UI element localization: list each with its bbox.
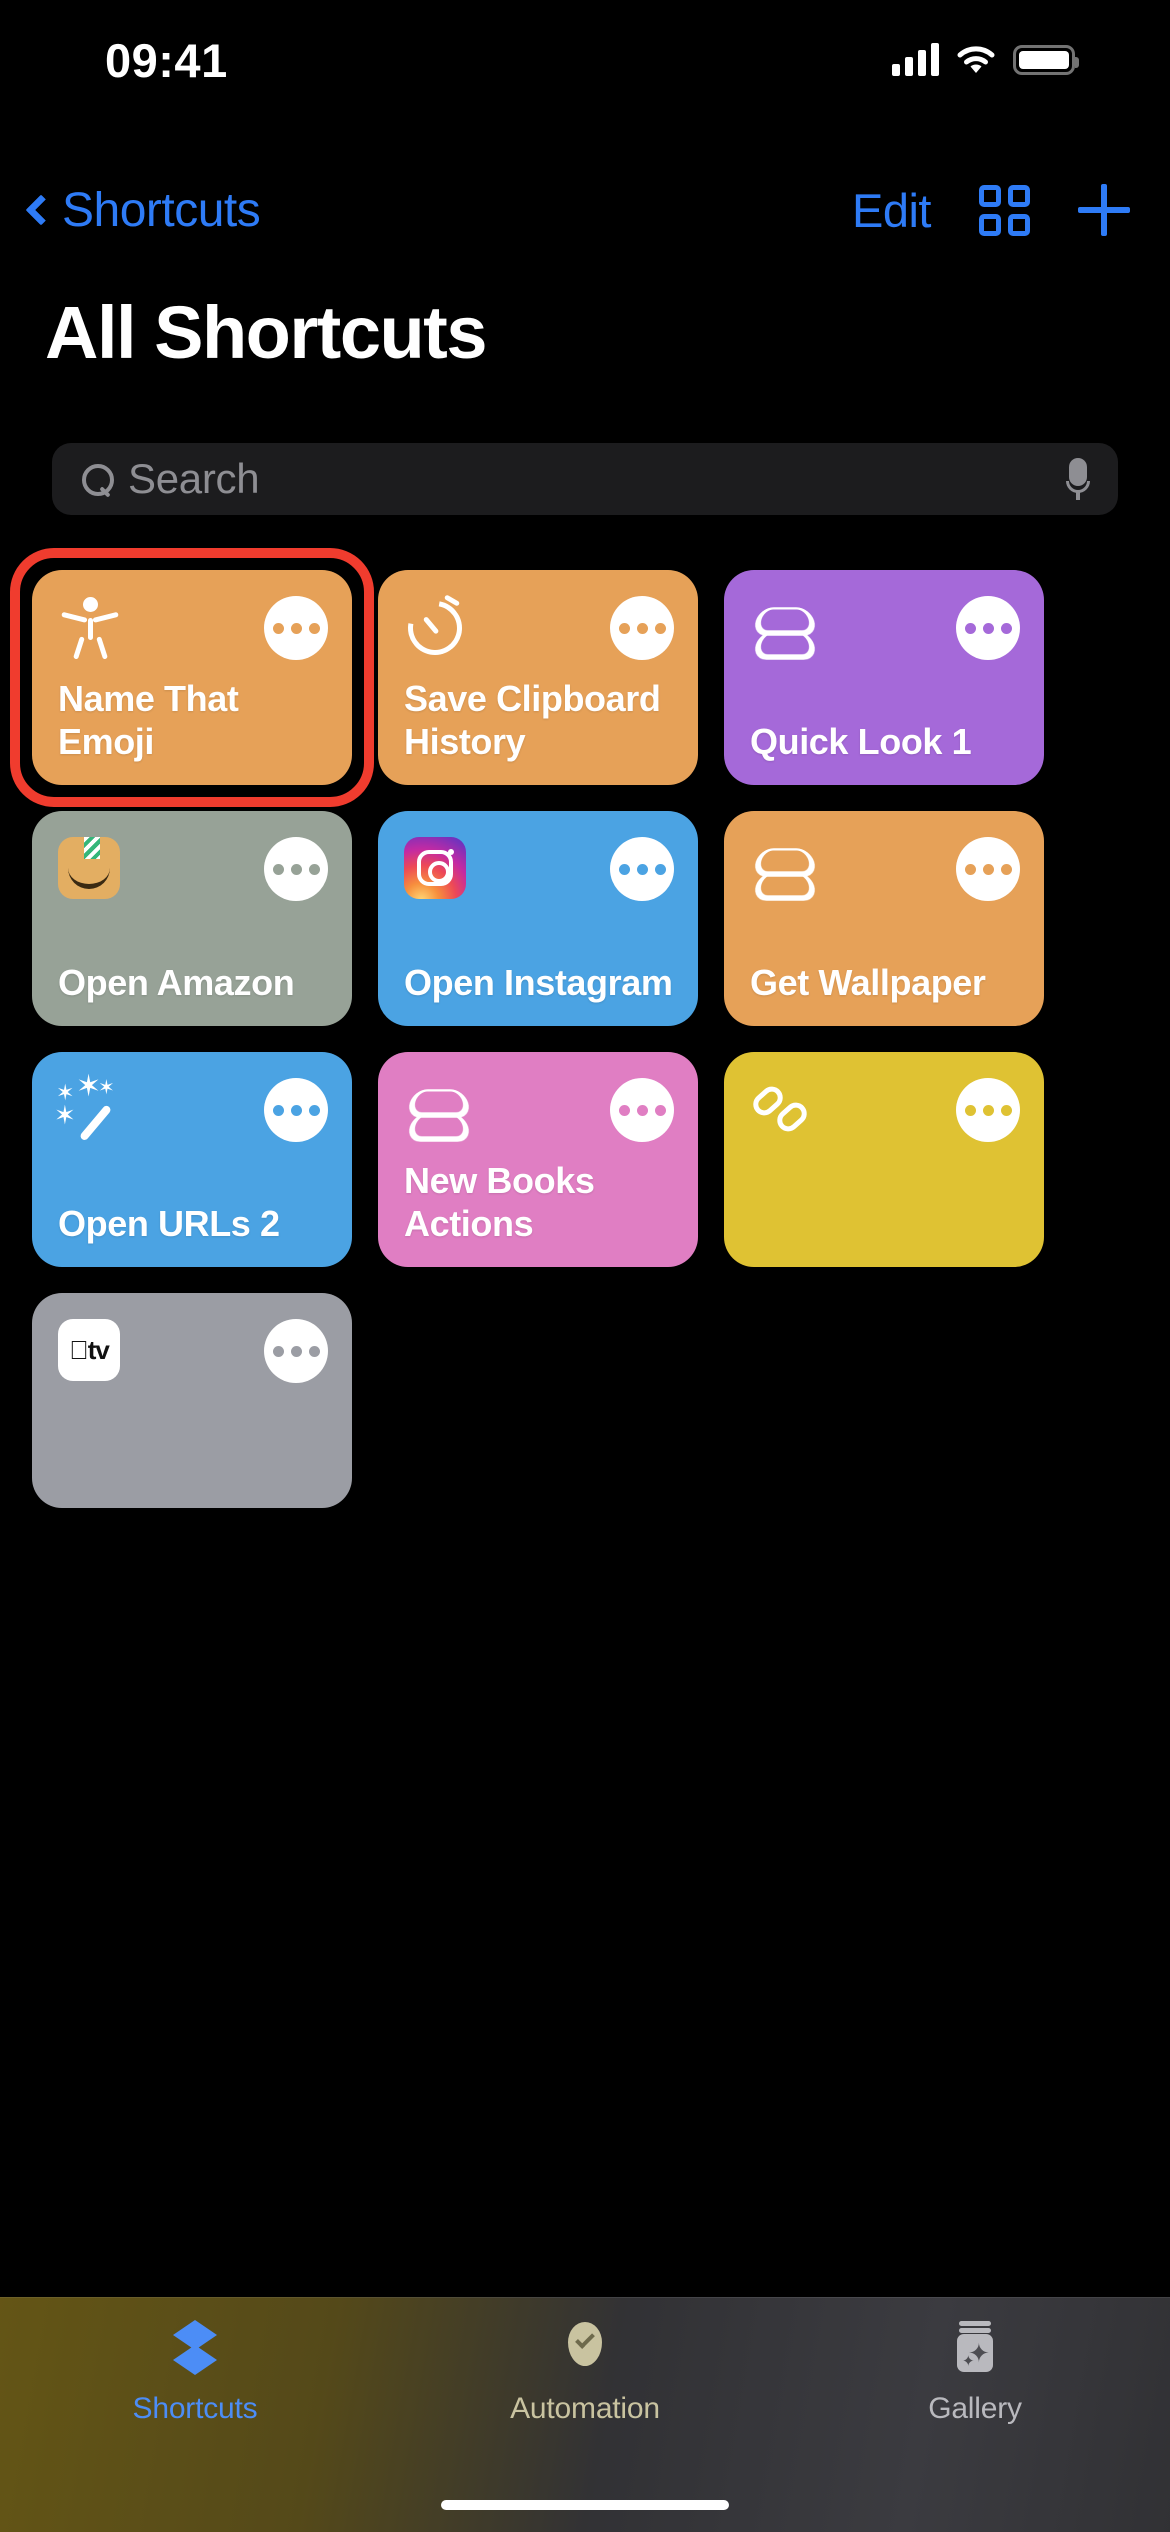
layers-icon	[750, 596, 814, 660]
shortcut-card-header	[404, 1078, 674, 1142]
shortcut-card[interactable]: Quick Look 1	[724, 570, 1044, 785]
shortcuts-layers-icon	[164, 2320, 226, 2382]
shortcut-card-title: Name That Emoji	[58, 678, 239, 762]
search-input[interactable]: Search	[128, 455, 260, 503]
navigation-bar: Shortcuts Edit	[0, 160, 1170, 260]
person-icon	[58, 596, 122, 660]
tab-gallery[interactable]: ✦ ✦ Gallery	[780, 2320, 1170, 2426]
shortcut-more-button[interactable]	[610, 837, 674, 901]
search-bar[interactable]: Search	[52, 443, 1118, 515]
shortcut-card[interactable]: tv	[32, 1293, 352, 1508]
tab-automation[interactable]: Automation	[390, 2320, 780, 2426]
plus-icon[interactable]	[1078, 184, 1130, 236]
shortcut-card[interactable]: Save Clipboard History	[378, 570, 698, 785]
tab-shortcuts-label: Shortcuts	[132, 2392, 258, 2425]
layers-icon	[404, 1078, 468, 1142]
shortcut-more-button[interactable]	[264, 596, 328, 660]
search-icon	[82, 464, 114, 496]
shortcut-card[interactable]: Get Wallpaper	[724, 811, 1044, 1026]
instagram-app-icon	[404, 837, 466, 899]
page-title: All Shortcuts	[45, 291, 487, 374]
signal-bars-icon	[892, 43, 939, 76]
status-bar-indicators	[892, 43, 1079, 76]
wifi-icon	[957, 46, 995, 73]
shortcut-card[interactable]: ✶ ✶ ✶ ✶ Open URLs 2	[32, 1052, 352, 1267]
shortcut-card-title: Quick Look 1	[750, 720, 972, 762]
shortcuts-grid: Name That Emoji Save Clipboard History Qui…	[32, 570, 1138, 1508]
shortcut-more-button[interactable]	[264, 837, 328, 901]
shortcut-card[interactable]: Name That Emoji	[32, 570, 352, 785]
shortcut-more-button[interactable]	[956, 1078, 1020, 1142]
shortcut-more-button[interactable]	[264, 1319, 328, 1383]
battery-icon	[1013, 45, 1079, 75]
shortcut-card-header	[750, 596, 1020, 660]
shortcut-card[interactable]: Open Instagram	[378, 811, 698, 1026]
shortcut-card-header: ✶ ✶ ✶ ✶	[54, 1072, 328, 1142]
shortcut-card-header	[58, 837, 328, 901]
status-bar-time: 09:41	[105, 33, 228, 87]
shortcut-card-title: Get Wallpaper	[750, 961, 986, 1003]
back-button[interactable]: Shortcuts	[22, 183, 261, 238]
iphone-screen: 09:41 Shortcuts Edit All Shortcuts Searc…	[0, 0, 1170, 2532]
shortcut-card-header: tv	[58, 1319, 328, 1383]
magic-wand-icon: ✶ ✶ ✶ ✶	[54, 1072, 122, 1142]
shortcut-card-title: Open URLs 2	[58, 1202, 280, 1244]
apple-tv-app-icon: tv	[58, 1319, 120, 1381]
status-bar: 09:41	[0, 0, 1170, 120]
shortcut-more-button[interactable]	[264, 1078, 328, 1142]
tab-bar: Shortcuts Automation ✦ ✦ Gallery	[0, 2297, 1170, 2532]
back-button-label: Shortcuts	[62, 183, 261, 237]
edit-button[interactable]: Edit	[852, 183, 932, 238]
shortcut-more-button[interactable]	[956, 596, 1020, 660]
navigation-bar-actions: Edit	[852, 183, 1130, 238]
automation-check-icon	[554, 2320, 616, 2382]
shortcut-more-button[interactable]	[610, 1078, 674, 1142]
tab-automation-label: Automation	[510, 2392, 660, 2425]
shortcut-card[interactable]: New Books Actions	[378, 1052, 698, 1267]
shortcut-card-title: New Books Actions	[404, 1160, 595, 1244]
chevron-left-icon	[25, 194, 57, 226]
layers-icon	[750, 837, 814, 901]
shortcut-more-button[interactable]	[956, 837, 1020, 901]
shortcut-card-title: Save Clipboard History	[404, 678, 661, 762]
amazon-app-icon	[58, 837, 120, 899]
shortcut-card-title: Open Amazon	[58, 961, 295, 1003]
shortcut-card-header	[58, 596, 328, 660]
grid-view-icon[interactable]	[979, 184, 1030, 236]
shortcut-card-title: Open Instagram	[404, 961, 673, 1003]
shortcut-card-header	[404, 837, 674, 901]
shortcut-card[interactable]	[724, 1052, 1044, 1267]
tab-gallery-label: Gallery	[928, 2392, 1022, 2425]
timer-icon	[397, 590, 473, 666]
microphone-icon[interactable]	[1066, 458, 1090, 500]
shortcut-more-button[interactable]	[610, 596, 674, 660]
shortcut-card[interactable]: Open Amazon	[32, 811, 352, 1026]
shortcut-card-header	[748, 1078, 1020, 1142]
gallery-jar-icon: ✦ ✦	[944, 2320, 1006, 2382]
link-icon	[748, 1078, 814, 1142]
tab-shortcuts[interactable]: Shortcuts	[0, 2320, 390, 2426]
shortcut-card-header	[750, 837, 1020, 901]
home-indicator	[441, 2500, 729, 2510]
shortcut-card-header	[397, 590, 674, 666]
